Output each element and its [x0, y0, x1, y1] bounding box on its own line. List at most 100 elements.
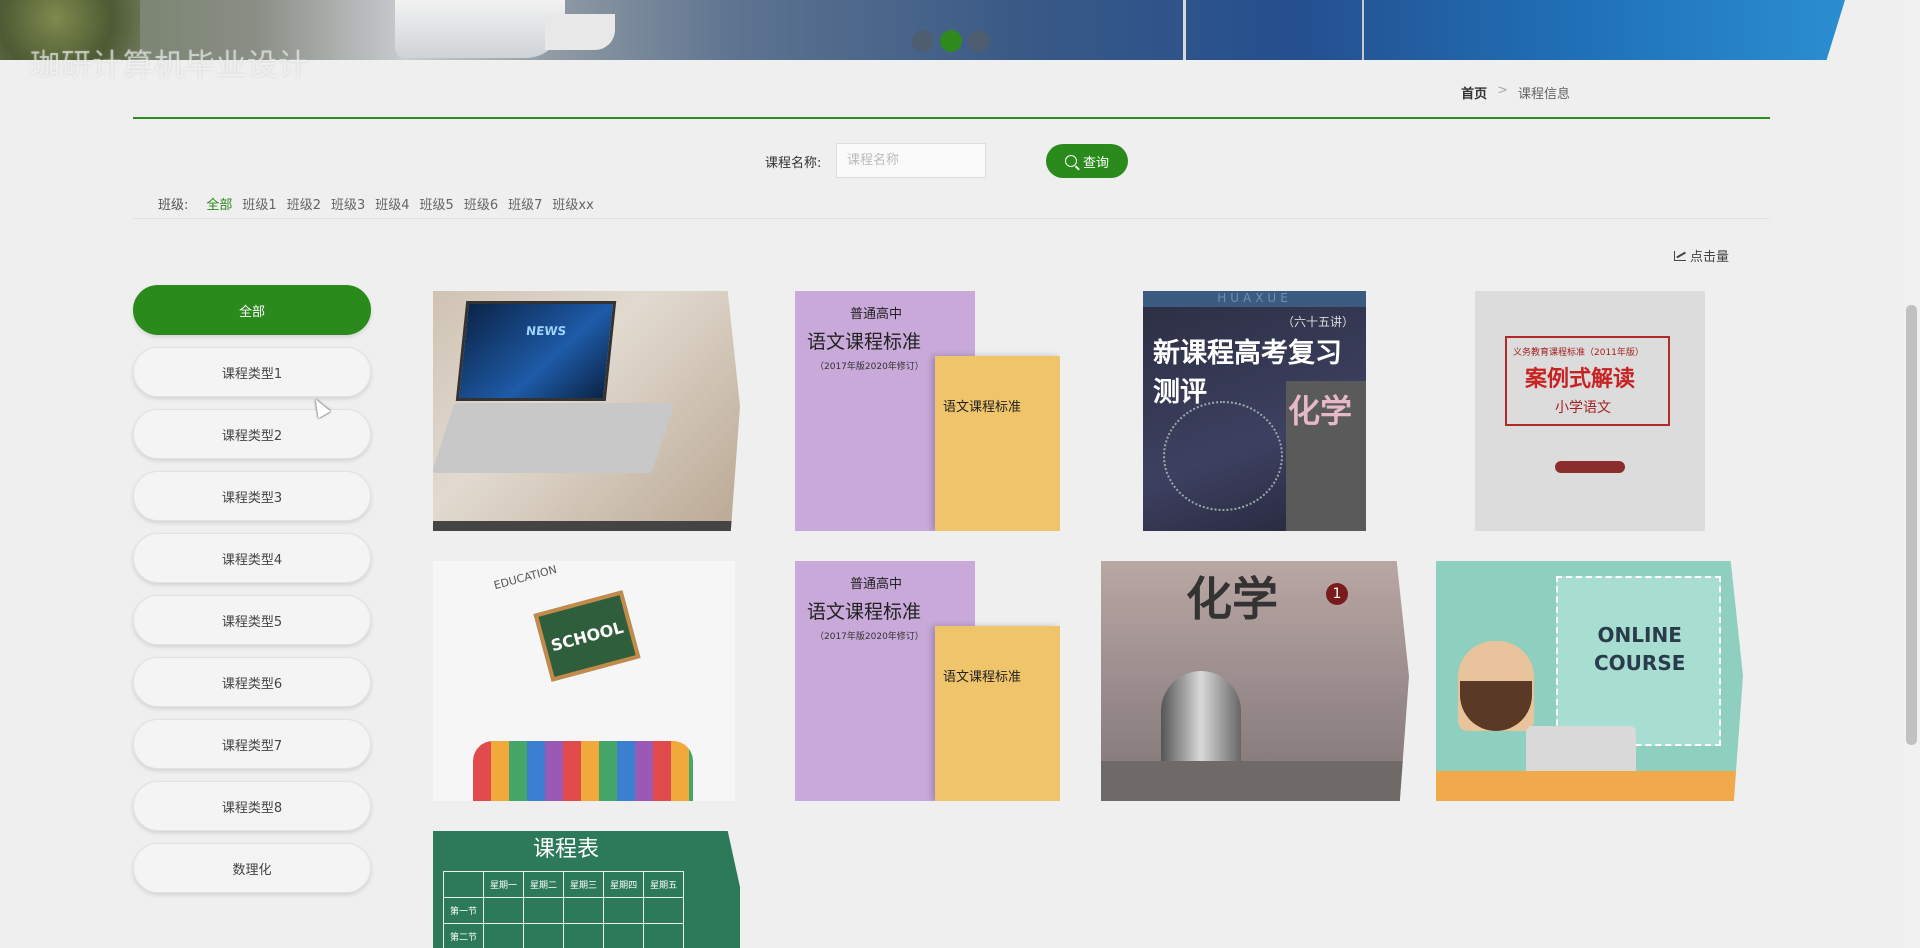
sidebar-item-type-1[interactable]: 课程类型1 — [133, 347, 371, 397]
search-button-label: 查询 — [1082, 155, 1109, 171]
desk — [1436, 771, 1743, 801]
chem1-cover-base — [1101, 761, 1409, 801]
laptop-keyboard — [433, 403, 675, 473]
schedule-cell — [523, 897, 565, 924]
schedule-header-cell — [442, 871, 485, 898]
sidebar-item-all[interactable]: 全部 — [133, 285, 371, 335]
class-option-2[interactable]: 班级2 — [287, 194, 321, 213]
molecule-icon — [1163, 401, 1283, 511]
laptop-screen-text: NEWS — [525, 324, 567, 338]
schedule-header-cell: 星期一 — [483, 871, 525, 898]
book-cover-yellow-title: 语文课程标准 — [943, 670, 1022, 685]
chalkboard-icon: SCHOOL — [533, 590, 641, 682]
sidebar-item-type-8[interactable]: 课程类型8 — [133, 781, 371, 831]
schedule-table: 星期一 星期二 星期三 星期四 星期五 第一节 第二节 — [442, 871, 685, 948]
course-card-online-course[interactable]: ONLINE COURSE — [1436, 561, 1743, 801]
search-button[interactable]: 查询 — [1046, 144, 1128, 178]
schedule-row-label: 第二节 — [442, 923, 485, 948]
watermark-text: 珈研计算机毕业设计 — [30, 48, 309, 83]
carousel-dot-1[interactable] — [912, 30, 934, 52]
schedule-header-cell: 星期四 — [603, 871, 645, 898]
book-cover-line-1: 普通高中 — [850, 577, 903, 592]
sidebar-item-type-5[interactable]: 课程类型5 — [133, 595, 371, 645]
class-option-xx[interactable]: 班级xx — [552, 194, 593, 213]
class-option-6[interactable]: 班级6 — [464, 194, 498, 213]
course-image-case-study: 义务教育课程标准（2011年版） 案例式解读 小学语文 — [1475, 291, 1705, 531]
class-option-7[interactable]: 班级7 — [508, 194, 542, 213]
class-option-3[interactable]: 班级3 — [331, 194, 365, 213]
course-image-laptop: NEWS — [433, 291, 740, 531]
carousel-dot-3[interactable] — [968, 30, 990, 52]
schedule-header-cell: 星期三 — [563, 871, 605, 898]
sidebar-item-type-3[interactable]: 课程类型3 — [133, 471, 371, 521]
sort-by-hits[interactable]: 点击量 — [1674, 246, 1729, 265]
class-option-all[interactable]: 全部 — [206, 194, 232, 213]
online-line-1: ONLINE — [1597, 623, 1682, 647]
carousel-dot-2[interactable] — [940, 30, 962, 52]
banner-mast — [1183, 0, 1186, 60]
course-image-chemistry: HUAXUE （六十五讲） 新课程高考复习测评 化学 — [1143, 291, 1366, 531]
school-cover-label: EDUCATION — [492, 562, 559, 593]
schedule-header-cell: 星期五 — [643, 871, 685, 898]
ornament-icon — [1555, 461, 1625, 473]
book-cover-yellow: 语文课程标准 — [935, 356, 1060, 531]
book-cover-yellow: 语文课程标准 — [935, 626, 1060, 801]
course-card-chemistry-review[interactable]: HUAXUE （六十五讲） 新课程高考复习测评 化学 — [1143, 291, 1366, 531]
class-option-5[interactable]: 班级5 — [420, 194, 454, 213]
sidebar-item-type-7[interactable]: 课程类型7 — [133, 719, 371, 769]
course-image-schedule: 课程表 星期一 星期二 星期三 星期四 星期五 第一节 第二节 — [433, 831, 740, 948]
book-cover-edition: （2017年版2020年修订） — [815, 632, 924, 642]
trend-chart-icon — [1674, 250, 1686, 261]
course-card-chinese-standard-1[interactable]: 普通高中 语文课程标准 （2017年版2020年修订） 语文课程标准 — [795, 291, 1060, 531]
course-card-chinese-standard-2[interactable]: 普通高中 语文课程标准 （2017年版2020年修订） 语文课程标准 — [795, 561, 1060, 801]
course-card-schedule[interactable]: 课程表 星期一 星期二 星期三 星期四 星期五 第一节 第二节 — [433, 831, 740, 948]
sort-hits-label: 点击量 — [1690, 250, 1730, 265]
filter-divider — [133, 218, 1770, 219]
book-cover-line-1: 普通高中 — [850, 307, 903, 322]
schedule-header-cell: 星期二 — [523, 871, 565, 898]
banner-mast-2 — [1362, 0, 1364, 60]
schedule-cell — [483, 923, 525, 948]
schedule-cell — [563, 923, 605, 948]
sidebar-item-type-2[interactable]: 课程类型2 — [133, 409, 371, 459]
raised-hands-icon — [473, 741, 693, 801]
chem1-volume-badge: 1 — [1326, 583, 1348, 605]
sidebar-item-type-4[interactable]: 课程类型4 — [133, 533, 371, 583]
book-cover-title: 语文课程标准 — [807, 601, 922, 623]
schedule-cell — [643, 897, 685, 924]
banner-yacht — [395, 0, 565, 58]
sidebar-item-type-6[interactable]: 课程类型6 — [133, 657, 371, 707]
book-cover-title: 语文课程标准 — [807, 331, 922, 353]
book-cover-yellow-title: 语文课程标准 — [943, 400, 1022, 415]
breadcrumb: 首页 > 课程信息 — [1461, 83, 1570, 102]
case-cover-line-1: 义务教育课程标准（2011年版） — [1513, 348, 1644, 358]
schedule-cell — [643, 923, 685, 948]
chem1-cover-title: 化学 — [1186, 572, 1278, 626]
course-image-online: ONLINE COURSE — [1436, 561, 1743, 801]
course-image-school: EDUCATION SCHOOL — [433, 561, 735, 801]
breadcrumb-home[interactable]: 首页 — [1461, 83, 1487, 102]
course-card-school-education[interactable]: EDUCATION SCHOOL — [433, 561, 735, 801]
laptop-image-bottom — [433, 521, 740, 531]
sidebar-item-math-physics-chemistry[interactable]: 数理化 — [133, 843, 371, 893]
search-icon — [1064, 155, 1077, 167]
class-filter: 班级: 全部 班级1 班级2 班级3 班级4 班级5 班级6 班级7 班级xx — [158, 194, 594, 213]
course-card-laptop[interactable]: NEWS — [433, 291, 740, 531]
carousel-dots — [912, 30, 990, 52]
class-option-4[interactable]: 班级4 — [375, 194, 409, 213]
course-name-input[interactable] — [836, 143, 986, 178]
schedule-cell — [603, 897, 645, 924]
page-scrollbar-thumb[interactable] — [1906, 305, 1917, 745]
case-cover-subtitle: 小学语文 — [1555, 400, 1611, 416]
chem-cover-top: HUAXUE — [1143, 291, 1366, 307]
class-option-1[interactable]: 班级1 — [242, 194, 276, 213]
schedule-cell — [523, 923, 565, 948]
course-card-case-study[interactable]: 义务教育课程标准（2011年版） 案例式解读 小学语文 — [1475, 291, 1705, 531]
course-card-chemistry-1[interactable]: 化学 1 — [1101, 561, 1409, 801]
laptop-screen: NEWS — [455, 301, 617, 401]
page-scrollbar[interactable] — [1903, 0, 1920, 948]
search-label: 课程名称: — [765, 156, 822, 171]
breadcrumb-separator: > — [1497, 83, 1508, 98]
online-line-2: COURSE — [1594, 651, 1686, 675]
schedule-cell — [483, 897, 525, 924]
